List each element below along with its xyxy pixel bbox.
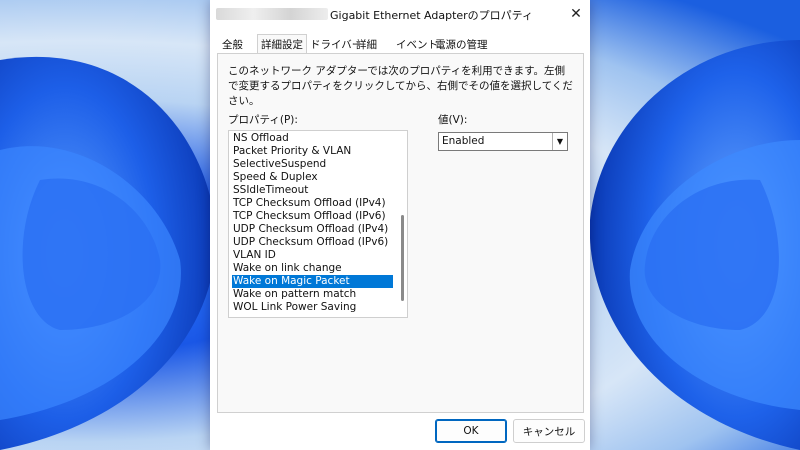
list-item[interactable]: Packet Priority & VLAN [232, 145, 393, 158]
list-item[interactable]: TCP Checksum Offload (IPv4) [232, 197, 393, 210]
list-item[interactable]: VLAN ID [232, 249, 393, 262]
blurred-title-prefix [216, 8, 328, 20]
list-item[interactable]: SelectiveSuspend [232, 158, 393, 171]
value-dropdown[interactable]: Enabled ▼ [438, 132, 568, 151]
list-item[interactable]: SSIdleTimeout [232, 184, 393, 197]
value-dropdown-selected: Enabled [442, 135, 485, 147]
list-item[interactable]: NS Offload [232, 132, 393, 145]
list-item[interactable]: Speed & Duplex [232, 171, 393, 184]
list-item[interactable]: UDP Checksum Offload (IPv6) [232, 236, 393, 249]
list-item-selected[interactable]: Wake on Magic Packet [232, 275, 393, 288]
tab-general[interactable]: 全般 [222, 37, 243, 52]
listbox-scrollbar[interactable] [397, 131, 407, 317]
list-item[interactable]: UDP Checksum Offload (IPv4) [232, 223, 393, 236]
close-icon: ✕ [570, 6, 582, 22]
tab-power-management[interactable]: 電源の管理 [435, 37, 488, 52]
advanced-tab-panel: このネットワーク アダプターでは次のプロパティを利用できます。左側で変更するプロ… [217, 53, 584, 413]
tab-advanced[interactable]: 詳細設定 [257, 34, 307, 55]
list-item[interactable]: Wake on pattern match [232, 288, 393, 301]
tab-driver[interactable]: ドライバー [310, 37, 362, 52]
chevron-down-icon[interactable]: ▼ [552, 133, 567, 150]
value-label: 値(V): [438, 114, 468, 126]
properties-dialog: Gigabit Ethernet Adapterのプロパティ ✕ 全般 詳細設定… [210, 0, 590, 450]
tab-events[interactable]: イベント [396, 37, 438, 52]
list-item[interactable]: WOL Link Power Saving [232, 301, 393, 314]
ok-button[interactable]: OK [435, 419, 507, 443]
property-label: プロパティ(P): [228, 114, 298, 126]
list-item[interactable]: TCP Checksum Offload (IPv6) [232, 210, 393, 223]
list-item[interactable]: Wake on link change [232, 262, 393, 275]
tab-details[interactable]: 詳細 [356, 37, 377, 52]
tab-strip: 全般 詳細設定 ドライバー 詳細 イベント 電源の管理 [210, 34, 590, 55]
close-button[interactable]: ✕ [562, 0, 590, 28]
title-bar[interactable]: Gigabit Ethernet Adapterのプロパティ ✕ [210, 0, 590, 28]
dialog-title: Gigabit Ethernet Adapterのプロパティ [330, 9, 534, 22]
description-text: このネットワーク アダプターでは次のプロパティを利用できます。左側で変更するプロ… [228, 65, 573, 107]
cancel-button[interactable]: キャンセル [513, 419, 585, 443]
property-listbox[interactable]: NS Offload Packet Priority & VLAN Select… [228, 130, 408, 318]
scrollbar-thumb[interactable] [401, 215, 404, 301]
